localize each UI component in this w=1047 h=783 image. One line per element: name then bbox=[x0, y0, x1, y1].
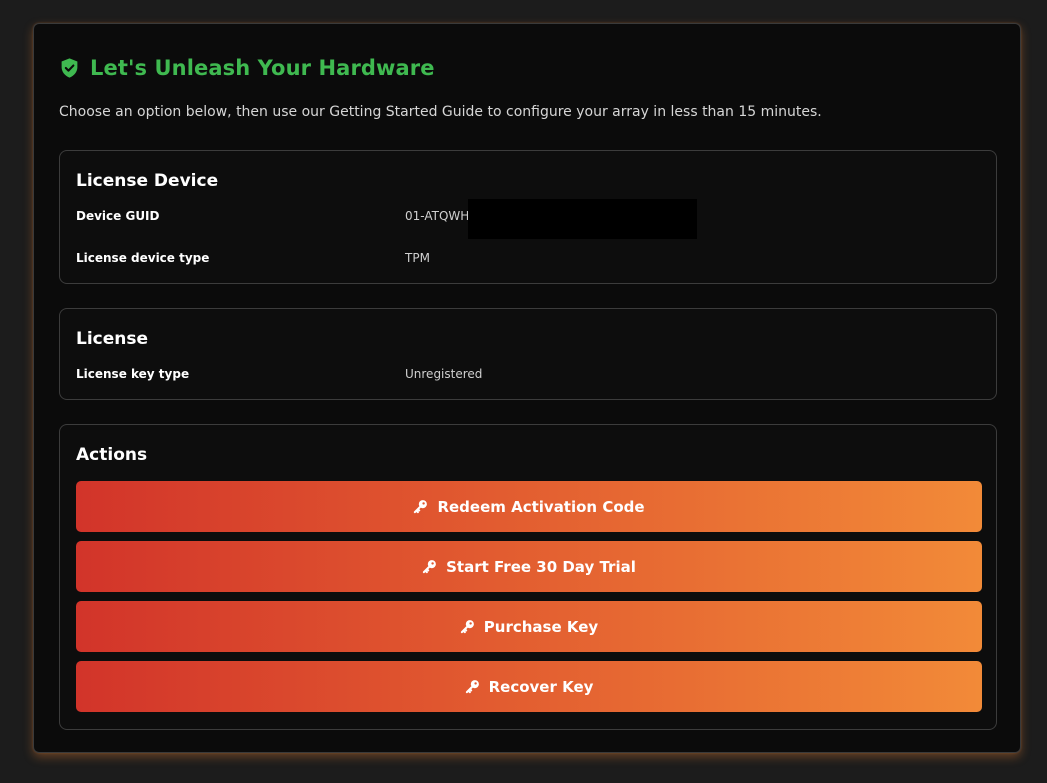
button-label: Purchase Key bbox=[483, 617, 599, 636]
device-type-label: License device type bbox=[76, 251, 210, 265]
card-title: License Device bbox=[76, 171, 219, 191]
device-guid-label: Device GUID bbox=[76, 209, 160, 223]
device-type-value: TPM bbox=[405, 251, 430, 265]
card-title: License bbox=[76, 329, 149, 349]
license-card: License License key type Unregistered bbox=[59, 308, 997, 400]
shield-check-icon bbox=[61, 58, 78, 78]
key-icon bbox=[465, 680, 479, 694]
redaction-box bbox=[468, 199, 697, 239]
key-icon bbox=[414, 500, 428, 514]
key-icon bbox=[422, 560, 436, 574]
actions-card: Actions Redeem Activation Code Start Fre… bbox=[59, 424, 997, 730]
key-icon bbox=[460, 620, 474, 634]
device-guid-value: 01-ATQWH bbox=[405, 209, 470, 223]
purchase-key-button[interactable]: Purchase Key bbox=[76, 601, 982, 652]
page-title: Let's Unleash Your Hardware bbox=[90, 56, 435, 80]
button-label: Start Free 30 Day Trial bbox=[446, 557, 636, 576]
modal-header: Let's Unleash Your Hardware bbox=[59, 56, 435, 80]
key-type-value: Unregistered bbox=[405, 367, 483, 381]
welcome-modal: Let's Unleash Your Hardware Choose an op… bbox=[33, 23, 1021, 753]
button-label: Redeem Activation Code bbox=[437, 497, 645, 516]
card-title: Actions bbox=[76, 445, 148, 465]
key-type-label: License key type bbox=[76, 367, 190, 381]
license-device-card: License Device Device GUID 01-ATQWH Lice… bbox=[59, 150, 997, 284]
button-label: Recover Key bbox=[488, 677, 594, 696]
recover-key-button[interactable]: Recover Key bbox=[76, 661, 982, 712]
redeem-activation-code-button[interactable]: Redeem Activation Code bbox=[76, 481, 982, 532]
intro-text: Choose an option below, then use our Get… bbox=[59, 104, 822, 120]
start-free-trial-button[interactable]: Start Free 30 Day Trial bbox=[76, 541, 982, 592]
